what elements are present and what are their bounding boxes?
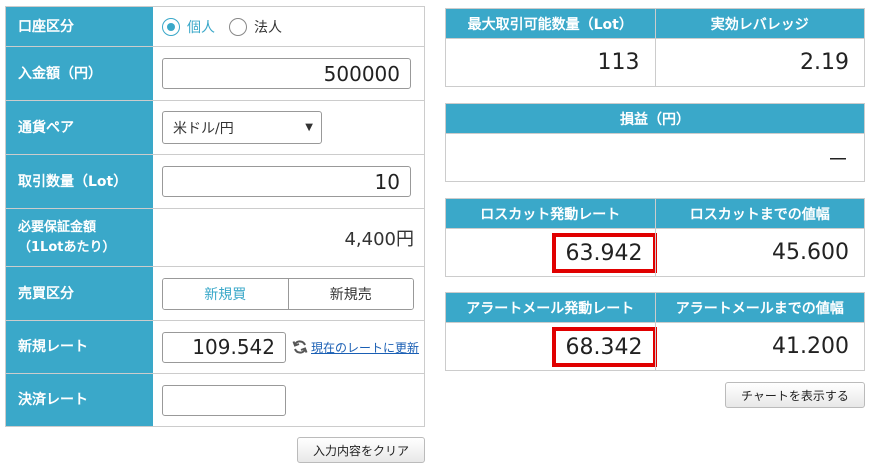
- deposit-label: 入金額（円）: [6, 47, 153, 100]
- lot-input[interactable]: 10: [162, 166, 411, 197]
- panel-max-lot-leverage: 最大取引可能数量（Lot） 113 実効レバレッジ 2.19: [445, 8, 865, 87]
- margin-label-sub: （1Lotあたり）: [18, 239, 116, 255]
- losscut-range-value: 45.600: [772, 240, 849, 265]
- refresh-icon: [292, 340, 308, 354]
- panel-alert: アラートメール発動レート 68.342 アラートメールまでの値幅 41.200: [445, 292, 865, 371]
- row-trade-side: 売買区分 新規買 新規売: [6, 267, 424, 321]
- calculator-form: 口座区分 個人 法人 入金額（円） 500000 通貨ペア 米ドル/円 ▼ 取引…: [5, 6, 425, 427]
- alert-rate-highlight: 68.342: [551, 326, 657, 367]
- account-type-label: 口座区分: [6, 7, 153, 46]
- row-currency-pair: 通貨ペア 米ドル/円 ▼: [6, 101, 424, 155]
- alert-range-label: アラートメールまでの値幅: [655, 293, 864, 323]
- leverage-label: 実効レバレッジ: [655, 9, 864, 39]
- currency-pair-value: 米ドル/円: [173, 120, 234, 137]
- max-lot-value: 113: [597, 50, 640, 75]
- radio-individual[interactable]: 個人: [162, 17, 215, 37]
- new-rate-input[interactable]: 109.542: [162, 331, 286, 363]
- buy-button[interactable]: 新規買: [163, 278, 289, 309]
- pnl-label: 損益（円）: [446, 104, 864, 134]
- row-new-rate: 新規レート 109.542 現在のレートに更新: [6, 321, 424, 374]
- radio-off-icon[interactable]: [229, 17, 247, 36]
- lot-label: 取引数量（Lot）: [6, 155, 153, 208]
- alert-rate-value: 68.342: [565, 335, 643, 360]
- row-deposit: 入金額（円） 500000: [6, 47, 424, 101]
- trade-side-label: 売買区分: [6, 267, 153, 320]
- close-rate-label: 決済レート: [6, 374, 153, 426]
- chevron-down-icon: ▼: [305, 122, 313, 133]
- row-lot: 取引数量（Lot） 10: [6, 155, 424, 209]
- losscut-rate-label: ロスカット発動レート: [446, 199, 655, 229]
- deposit-input[interactable]: 500000: [162, 58, 411, 89]
- refresh-rate-label: 現在のレートに更新: [311, 340, 420, 355]
- radio-individual-label: 個人: [187, 19, 215, 36]
- currency-pair-label: 通貨ペア: [6, 101, 153, 154]
- panel-losscut: ロスカット発動レート 63.942 ロスカットまでの値幅 45.600: [445, 198, 865, 277]
- margin-label: 必要保証金額: [18, 219, 97, 235]
- radio-corporate-label: 法人: [254, 19, 282, 36]
- panel-pnl: 損益（円） －: [445, 103, 865, 182]
- clear-button[interactable]: 入力内容をクリア: [297, 437, 425, 463]
- show-chart-button[interactable]: チャートを表示する: [725, 382, 865, 408]
- new-rate-label: 新規レート: [6, 321, 153, 373]
- radio-on-icon[interactable]: [162, 17, 180, 36]
- leverage-value: 2.19: [800, 50, 849, 75]
- sell-button[interactable]: 新規売: [287, 278, 413, 309]
- max-lot-label: 最大取引可能数量（Lot）: [446, 9, 655, 39]
- alert-range-value: 41.200: [772, 334, 849, 359]
- row-account-type: 口座区分 個人 法人: [6, 7, 424, 47]
- row-close-rate: 決済レート: [6, 374, 424, 426]
- losscut-rate-highlight: 63.942: [551, 232, 657, 273]
- alert-rate-label: アラートメール発動レート: [446, 293, 655, 323]
- close-rate-input[interactable]: [162, 384, 286, 416]
- trade-side-toggle: 新規買 新規売: [162, 277, 414, 310]
- currency-pair-select[interactable]: 米ドル/円 ▼: [162, 111, 322, 144]
- row-margin: 必要保証金額 （1Lotあたり） 4,400円: [6, 209, 424, 267]
- margin-value: 4,400円: [344, 228, 414, 250]
- pnl-value: －: [826, 147, 849, 173]
- refresh-rate-link[interactable]: 現在のレートに更新: [292, 339, 419, 356]
- radio-corporate[interactable]: 法人: [229, 17, 282, 37]
- losscut-rate-value: 63.942: [565, 241, 643, 266]
- losscut-range-label: ロスカットまでの値幅: [655, 199, 864, 229]
